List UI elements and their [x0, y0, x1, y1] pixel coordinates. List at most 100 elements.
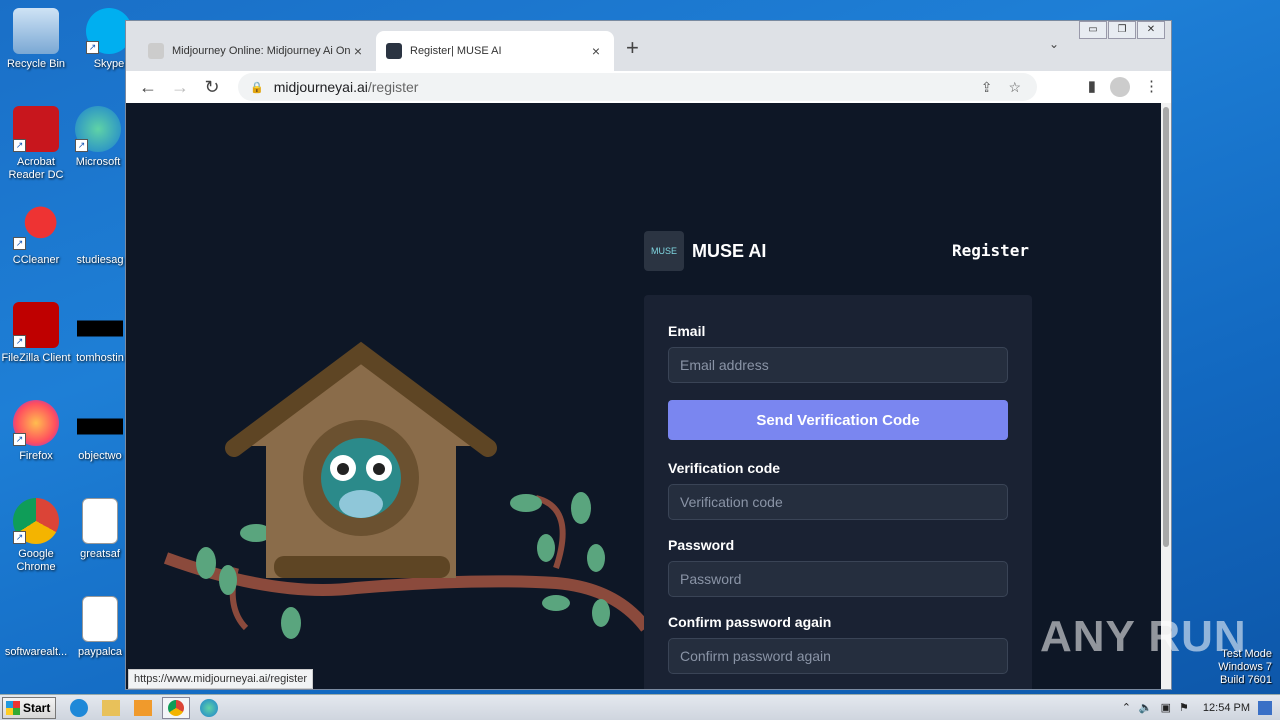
- menu-kebab-icon[interactable]: ⋮: [1144, 77, 1159, 97]
- word-icon: [82, 596, 118, 642]
- tray-expand-icon[interactable]: ⌃: [1122, 701, 1131, 714]
- start-label: Start: [23, 700, 51, 715]
- desktop-icon-label: studiesag: [76, 254, 124, 266]
- desktop-icon-label: Firefox: [19, 450, 53, 462]
- share-icon[interactable]: ⇪: [981, 79, 993, 96]
- email-field[interactable]: [668, 347, 1008, 383]
- muse-logo: MUSE: [644, 231, 684, 271]
- desktop-icon-filezilla[interactable]: ↗ FileZilla Client: [0, 302, 72, 365]
- windows-flag-icon: [6, 700, 20, 715]
- password-label: Password: [668, 537, 735, 553]
- firefox-icon: ↗: [13, 400, 59, 446]
- desktop-icon-label: tomhostin: [76, 352, 124, 364]
- desktop-icon-label: Microsoft: [75, 156, 121, 168]
- bookmark-star-icon[interactable]: ☆: [1008, 79, 1021, 96]
- birdhouse-illustration: [163, 341, 646, 639]
- file-icon: [77, 400, 123, 446]
- file-icon: [77, 302, 123, 348]
- tab-register[interactable]: Register| MUSE AI ×: [376, 31, 614, 71]
- window-controls: ▭ ❐ ✕: [1078, 21, 1165, 39]
- muse-logo-icon: [386, 43, 402, 59]
- file-icon: [77, 204, 123, 250]
- tab-search-icon[interactable]: ⌄: [1049, 37, 1059, 51]
- side-panel-icon[interactable]: ▮: [1088, 77, 1096, 97]
- recycle-bin-icon: [13, 8, 59, 54]
- watermark-line: Build 7601: [1220, 674, 1272, 686]
- scrollbar-thumb[interactable]: [1163, 107, 1169, 547]
- close-window-icon[interactable]: ✕: [1137, 21, 1165, 39]
- toolbar-actions: ▮ ⋮: [1088, 77, 1159, 97]
- sailboat-icon: [148, 43, 164, 59]
- desktop-icon-recycle-bin[interactable]: Recycle Bin: [0, 8, 72, 71]
- send-verification-button[interactable]: Send Verification Code: [668, 400, 1008, 440]
- desktop-icon-label: objectwo: [78, 450, 122, 462]
- watermark-line: Windows 7: [1218, 661, 1272, 673]
- ie-icon[interactable]: [70, 698, 88, 717]
- verification-code-label: Verification code: [668, 460, 781, 476]
- desktop-icon-file[interactable]: softwarealt...: [0, 596, 72, 659]
- omnibox-actions: ⇪ ☆: [981, 79, 1021, 96]
- minimize-icon[interactable]: ▭: [1079, 21, 1107, 39]
- desktop-icon-ccleaner[interactable]: ↗ CCleaner: [0, 204, 72, 267]
- reload-icon[interactable]: ↻: [196, 77, 228, 98]
- confirm-password-label: Confirm password again: [668, 614, 832, 630]
- explorer-folder-icon[interactable]: [102, 699, 120, 716]
- chrome-icon: [168, 699, 184, 716]
- clock[interactable]: 12:54 PM: [1203, 702, 1250, 714]
- edge-icon[interactable]: [200, 698, 218, 717]
- back-arrow-icon[interactable]: ←: [132, 77, 164, 98]
- password-field[interactable]: [668, 561, 1008, 597]
- desktop-icon-label: Acrobat Reader DC: [8, 156, 64, 181]
- desktop-icon-edge[interactable]: ↗ Microsoft: [62, 106, 134, 169]
- os-watermark: Test Mode Windows 7 Build 7601: [1218, 648, 1272, 687]
- desktop-icon-label: Recycle Bin: [6, 58, 66, 70]
- tab-midjourney[interactable]: Midjourney Online: Midjourney Ai Onl ×: [138, 31, 376, 71]
- desktop-icon-label: Skype: [93, 58, 125, 70]
- page-scrollbar[interactable]: [1161, 103, 1171, 689]
- page-title: Register: [952, 241, 1030, 260]
- confirm-password-field[interactable]: [668, 638, 1008, 674]
- desktop-icon-firefox[interactable]: ↗ Firefox: [0, 400, 72, 463]
- edge-icon: ↗: [75, 106, 121, 152]
- browser-window: Midjourney Online: Midjourney Ai Onl × R…: [125, 20, 1172, 690]
- url-domain: midjourneyai.ai: [273, 79, 368, 95]
- action-center-flag-icon[interactable]: ⚑: [1179, 701, 1189, 714]
- watermark-line: Test Mode: [1221, 648, 1272, 660]
- tab-title: Register| MUSE AI: [410, 45, 502, 57]
- chrome-icon: ↗: [13, 498, 59, 544]
- profile-avatar-icon[interactable]: [1110, 77, 1130, 97]
- email-label: Email: [668, 323, 706, 339]
- show-desktop-button[interactable]: [1258, 700, 1272, 715]
- taskbar: Start ⌃ 🔈 ▣ ⚑ 12:54 PM: [0, 694, 1280, 720]
- ccleaner-icon: ↗: [13, 204, 59, 250]
- word-icon: [82, 498, 118, 544]
- desktop-icon-label: Google Chrome: [16, 548, 56, 573]
- page-content: MUSE MUSE AI Register Email Send Verific…: [126, 103, 1162, 689]
- tab-bar: Midjourney Online: Midjourney Ai Onl × R…: [126, 21, 1171, 71]
- url-path: /register: [367, 79, 419, 95]
- desktop-icon-label: greatsaf: [80, 548, 120, 560]
- lock-icon[interactable]: 🔒: [250, 81, 264, 94]
- browser-toolbar: ← → ↻ 🔒 midjourneyai.ai/register ⇪ ☆ ▮ ⋮: [126, 71, 1171, 103]
- close-icon[interactable]: ×: [350, 43, 366, 59]
- maximize-icon[interactable]: ❐: [1108, 21, 1136, 39]
- acrobat-icon: ↗: [13, 106, 59, 152]
- brand[interactable]: MUSE MUSE AI: [644, 231, 766, 271]
- address-bar[interactable]: 🔒 midjourneyai.ai/register: [238, 73, 1037, 101]
- verification-code-field[interactable]: [668, 484, 1008, 520]
- start-button[interactable]: Start: [2, 696, 56, 719]
- network-icon[interactable]: ▣: [1161, 701, 1171, 714]
- filezilla-icon: ↗: [13, 302, 59, 348]
- file-icon: [13, 596, 59, 642]
- media-player-icon[interactable]: [134, 699, 152, 716]
- desktop-icon-label: CCleaner: [12, 254, 60, 266]
- desktop-icon-chrome[interactable]: ↗ Google Chrome: [0, 498, 72, 574]
- new-tab-button[interactable]: +: [626, 35, 639, 61]
- desktop-icon-label: paypalca: [77, 646, 123, 658]
- volume-icon[interactable]: 🔈: [1139, 701, 1153, 714]
- close-icon[interactable]: ×: [588, 43, 604, 59]
- anyrun-watermark-logo: ANY RUN: [1040, 612, 1247, 661]
- forward-arrow-icon[interactable]: →: [164, 77, 196, 98]
- desktop-icon-label: softwarealt...: [4, 646, 68, 658]
- taskbar-chrome-button[interactable]: [162, 696, 190, 719]
